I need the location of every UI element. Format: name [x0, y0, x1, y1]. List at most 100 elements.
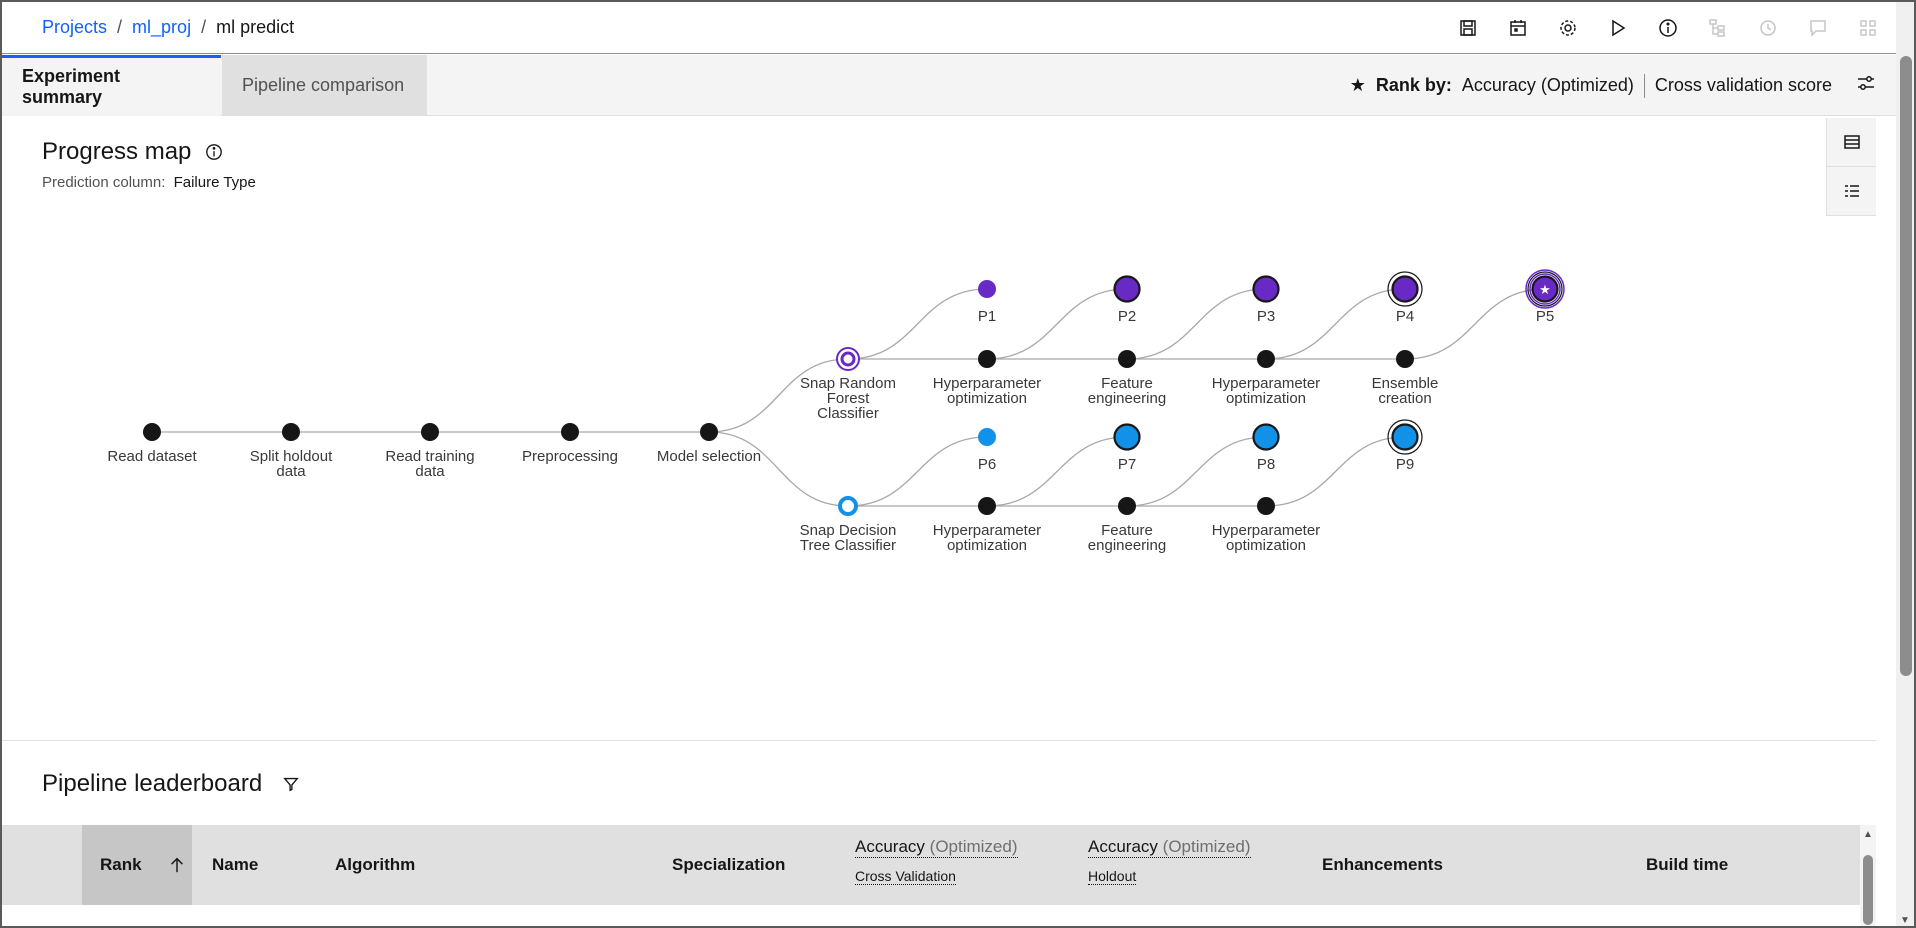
comments-icon [1810, 20, 1826, 37]
pipeline-node [1392, 424, 1418, 450]
column-accuracy-ho-label: Accuracy [1088, 837, 1158, 856]
run-icon [1612, 19, 1626, 37]
pipeline-node [1114, 424, 1140, 450]
save-button[interactable] [1448, 10, 1488, 46]
map-edge [1404, 288, 1546, 360]
leaderboard-title: Pipeline leaderboard [42, 770, 300, 798]
pipeline-step-label: engineering [1088, 537, 1166, 554]
star-icon: ★ [1349, 75, 1366, 95]
breadcrumb-current: ml predict [216, 17, 295, 37]
pipeline-step-node [978, 350, 996, 368]
scroll-up-icon[interactable]: ▲ [1863, 829, 1873, 840]
pipeline-node [978, 428, 996, 446]
schedule-button[interactable] [1498, 10, 1538, 46]
list-icon [1843, 135, 1860, 149]
pipeline-step-node [561, 423, 579, 441]
pipeline-step-node [1257, 350, 1275, 368]
apps-icon [1860, 20, 1876, 36]
pipeline-step-node [282, 423, 300, 441]
view-list-button[interactable] [1827, 118, 1876, 166]
column-enhancements[interactable]: Enhancements [1322, 825, 1443, 905]
pipeline-step-node [421, 423, 439, 441]
section-divider [2, 740, 1876, 741]
breadcrumb-projects-link[interactable]: Projects [42, 17, 107, 38]
column-accuracy-ho-optimized: (Optimized) [1162, 837, 1251, 856]
map-edge [1265, 288, 1406, 360]
algorithm-label: Tree Classifier [800, 537, 896, 554]
pipeline-step-label: optimization [947, 390, 1027, 407]
sliders-icon [1858, 76, 1874, 90]
map-edge [708, 431, 849, 507]
table-scroll-thumb[interactable] [1863, 855, 1873, 925]
apps-button[interactable] [1848, 10, 1888, 46]
info-icon[interactable] [205, 143, 223, 161]
info-button[interactable] [1648, 10, 1688, 46]
pipeline-step-label: data [276, 463, 306, 480]
rank-by-score[interactable]: Cross validation score [1655, 75, 1832, 96]
tab-pipeline-comparison[interactable]: Pipeline comparison [222, 55, 427, 116]
bulleted-list-icon [1844, 184, 1859, 197]
run-button[interactable] [1598, 10, 1638, 46]
pipeline-step-node [978, 497, 996, 515]
pipeline-id-label: P5 [1536, 308, 1554, 325]
pipeline-step-label: engineering [1088, 390, 1166, 407]
table-scrollbar[interactable]: ▲ [1860, 825, 1876, 926]
pipeline-id-label: P7 [1118, 456, 1136, 473]
pipeline-step-label: optimization [1226, 390, 1306, 407]
pipeline-step-label: Model selection [657, 448, 761, 465]
breadcrumb-project-link[interactable]: ml_proj [132, 17, 191, 38]
info-icon [1659, 19, 1677, 37]
breadcrumb-separator: / [201, 17, 207, 37]
column-accuracy-cv[interactable]: Accuracy (Optimized) Cross Validation [855, 837, 1018, 886]
pipeline-node [1392, 276, 1418, 302]
flow-button[interactable] [1698, 10, 1738, 46]
sort-ascending-icon [170, 857, 183, 873]
column-algorithm[interactable]: Algorithm [335, 825, 415, 905]
pipeline-step-label: Read dataset [107, 448, 197, 465]
map-edge [1126, 288, 1267, 360]
leaderboard-heading: Pipeline leaderboard [42, 770, 263, 797]
breadcrumb-separator: / [117, 17, 123, 37]
page-scrollbar[interactable]: ▼ [1896, 2, 1914, 926]
column-specialization[interactable]: Specialization [672, 825, 785, 905]
breadcrumb: Projects / ml_proj / ml predict [42, 17, 294, 38]
rank-by-metric[interactable]: Accuracy (Optimized) [1462, 75, 1634, 96]
rank-by-control: ★ Rank by: Accuracy (Optimized) Cross va… [1350, 55, 1876, 116]
pipeline-step-node [700, 423, 718, 441]
pipeline-step-node [1118, 350, 1136, 368]
prediction-column-label: Prediction column: [42, 174, 166, 191]
page-scroll-thumb[interactable] [1900, 56, 1912, 676]
column-accuracy-ho-sub: Holdout [1088, 868, 1137, 885]
scroll-down-icon[interactable]: ▼ [1900, 915, 1910, 926]
tab-experiment-summary[interactable]: Experiment summary [2, 55, 221, 116]
column-rank[interactable]: Rank [82, 825, 192, 905]
pipeline-step-node [1118, 497, 1136, 515]
flow-icon [1709, 19, 1725, 37]
map-edge [847, 436, 988, 507]
prediction-column: Prediction column: Failure Type [42, 174, 256, 191]
pipeline-step-node [1257, 497, 1275, 515]
pipeline-node [978, 280, 996, 298]
pipeline-step-label: data [415, 463, 445, 480]
filter-icon[interactable] [282, 775, 300, 793]
history-button[interactable] [1748, 10, 1788, 46]
comments-button[interactable] [1798, 10, 1838, 46]
column-build-time[interactable]: Build time [1646, 825, 1728, 905]
column-accuracy-holdout[interactable]: Accuracy (Optimized) Holdout [1088, 837, 1251, 886]
map-edge [986, 288, 1128, 360]
leaderboard-table-header: Rank Name Algorithm Specialization Accur… [2, 825, 1860, 905]
history-icon [1760, 20, 1776, 36]
save-icon [1460, 20, 1476, 36]
pipeline-node [1114, 276, 1140, 302]
column-name[interactable]: Name [212, 825, 258, 905]
pipeline-step-node [143, 423, 161, 441]
prediction-column-value: Failure Type [173, 174, 256, 191]
rank-settings-button[interactable] [1856, 73, 1876, 98]
settings-button[interactable] [1548, 10, 1588, 46]
pipeline-id-label: P8 [1257, 456, 1275, 473]
pipeline-id-label: P2 [1118, 308, 1136, 325]
pipeline-step-label: optimization [947, 537, 1027, 554]
map-edge [1265, 436, 1406, 507]
best-pipeline-star-icon: ★ [1539, 283, 1551, 298]
divider [1643, 73, 1645, 98]
